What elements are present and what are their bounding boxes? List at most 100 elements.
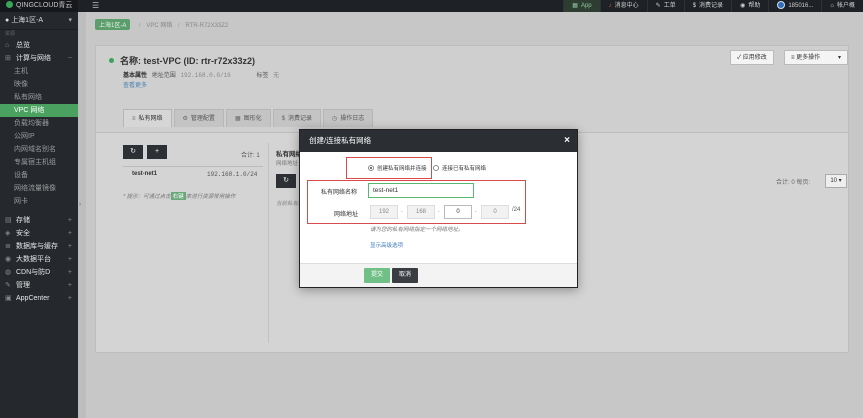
radio-connect-network[interactable]: 连接已有私有网络 [433,164,486,172]
sidebar-group[interactable]: ◉ 大数据平台 + [0,253,78,266]
tab-label: 消费记录 [287,116,312,122]
radio-checked-icon [368,165,374,171]
breadcrumb-router: RTR-R72X33Z2 [185,23,229,29]
network-name[interactable]: test-net1 [132,171,157,177]
bell-icon: ♪ [608,3,612,9]
sidebar-group[interactable]: ▤ 存储 + [0,214,78,227]
sidebar-item-label: 负载均衡器 [14,120,49,127]
network-cidr: 192.168.1.0/24 [207,171,258,178]
hint-tag: 右键 [170,192,186,200]
tab-icon: $ [281,116,285,122]
tab-bar: ≡ 私有网络 ⚙ 管理配置 ▦ 图形化 $ 消费记录 ◷ 操作日志 [123,109,375,127]
nav-account-label: 帐户概 [836,3,855,9]
tab[interactable]: $ 消费记录 [272,109,321,127]
sidebar-item[interactable]: VPC 网络 [0,104,78,117]
sidebar-group-label: CDN与防D [16,269,51,276]
nav-app[interactable]: ▦ App [563,0,600,12]
sidebar-group[interactable]: ◍ CDN与防D + [0,266,78,279]
brand-logo[interactable]: QINGCLOUD青云 [0,0,78,12]
top-bar: QINGCLOUD青云 ☰ ▦ App ♪ 消息中心 ✎ 工单 $ 消费记录 ◉ 帮助 1… [0,0,863,12]
nav-help[interactable]: ◉ 帮助 [731,0,768,12]
sidebar-item[interactable]: 专属宿主机组 [0,156,78,169]
subnet-mask: /24 [512,207,521,213]
octet-3-input[interactable]: 0 [444,205,472,219]
sidebar-group-label: 大数据平台 [16,256,51,263]
sidebar-item[interactable]: ⊞ 计算与网络 − [0,52,78,65]
tab-label: 图形化 [243,116,262,122]
nav-app-label: App [580,3,592,9]
sidebar-item[interactable]: 网络流量镜像 [0,182,78,195]
submit-button[interactable]: 提交 [364,268,390,283]
sidebar-item-label: 总览 [16,42,30,49]
network-name-input[interactable] [368,183,474,198]
tab[interactable]: ⚙ 管理配置 [173,109,224,127]
usage-hint: * 提示：可通过点击 右键 来进行资源常用操作 [123,192,235,200]
octet-2-input: 168 [407,205,435,219]
sidebar-collapse-handle[interactable]: › [78,12,86,418]
address-label: 网络地址 [334,212,359,218]
ticket-icon: ✎ [655,3,661,9]
apply-changes-button[interactable]: ✓ 应用修改 [730,50,774,65]
top-nav: ▦ App ♪ 消息中心 ✎ 工单 $ 消费记录 ◉ 帮助 185016... ⌂ 帐户概 [563,0,863,12]
sidebar-item-icon: ⊞ [5,55,11,62]
sidebar-item[interactable]: ⌂ 总览 [0,39,78,52]
sidebar-group[interactable]: ✎ 管理 + [0,279,78,292]
sidebar-item[interactable]: 内网域名别名 [0,143,78,156]
nav-account[interactable]: ⌂ 帐户概 [821,0,863,12]
sidebar-item[interactable]: 设备 [0,169,78,182]
sidebar-group-label: 存储 [16,217,30,224]
menu-toggle-icon[interactable]: ☰ [92,1,99,11]
sidebar-group-icon: ≣ [5,243,11,250]
sidebar-item[interactable]: 公网IP [0,130,78,143]
zone-selector[interactable]: ● 上海1区-A ▾ [0,12,78,30]
radio-create-network[interactable]: 创建私有网络并连接 [368,164,427,172]
radio-unchecked-icon [433,165,439,171]
sidebar-item[interactable]: 私有网络 [0,91,78,104]
nav-billing[interactable]: $ 消费记录 [683,0,731,12]
nav-message-center[interactable]: ♪ 消息中心 [599,0,647,12]
tab[interactable]: ◷ 操作日志 [322,109,374,127]
page-size-select[interactable]: 10 ▾ [825,174,847,188]
sidebar-item-label: 专属宿主机组 [14,159,56,166]
sidebar-item[interactable]: 映像 [0,78,78,91]
sidebar-item[interactable]: 网卡 [0,195,78,208]
help-icon: ◉ [740,3,746,9]
advanced-options-link[interactable]: 显示高级选项 [370,241,403,249]
more-actions-button[interactable]: ≡ 更多操作 ▾ [784,50,848,65]
sidebar-group-icon: ◍ [5,269,12,276]
sidebar-group-icon: ◉ [5,256,12,263]
close-icon[interactable]: × [564,130,570,152]
tab[interactable]: ▦ 图形化 [225,109,271,127]
sidebar-group[interactable]: ◈ 安全 + [0,227,78,240]
radio-create-label: 创建私有网络并连接 [377,166,427,172]
sidebar-groups: ▤ 存储 + ◈ 安全 + ≣ 数据库与缓存 + ◉ 大数据平台 + ◍ CDN与防D + ✎ 管理 + ▣ AppC… [0,214,78,305]
cancel-button[interactable]: 取消 [392,268,418,283]
nav-ticket[interactable]: ✎ 工单 [646,0,684,12]
home-icon: ⌂ [830,3,834,9]
apply-label: 应用修改 [742,55,767,61]
sidebar-group-icon: ✎ [5,282,11,289]
sidebar: ● 上海1区-A ▾ 资源 ⌂ 总览 ⊞ 计算与网络 − 主机 映像 私有网络 VPC 网络 负载均… [0,12,78,418]
sidebar-item[interactable]: 主机 [0,65,78,78]
name-label: 私有网络名称 [321,190,358,196]
more-actions-label: 更多操作 [796,55,821,61]
page-title: 名称: test-VPC (ID: rtr-r72x33z2) [109,54,255,67]
sidebar-group[interactable]: ≣ 数据库与缓存 + [0,240,78,253]
nav-user[interactable]: 185016... [768,0,821,12]
right-refresh-button[interactable]: ↻ [276,174,296,188]
avatar [777,1,786,9]
breadcrumb-zone[interactable]: 上海1区-A [95,19,131,30]
sidebar-group[interactable]: ▣ AppCenter + [0,292,78,305]
sidebar-item[interactable]: 负载均衡器 [0,117,78,130]
refresh-icon: ↻ [130,148,136,155]
sidebar-item-label: 网络流量镜像 [14,185,56,192]
sidebar-group-label: AppCenter [16,295,50,302]
chevron-down-icon: ▾ [837,55,841,61]
breadcrumb-vpc[interactable]: VPC 网络 [146,23,172,29]
refresh-button[interactable]: ↻ [123,145,143,159]
vpc-detail-panel: 名称: test-VPC (ID: rtr-r72x33z2) 基本属性 地址范… [95,45,849,133]
sidebar-group-icon: ◈ [5,230,11,237]
add-button[interactable]: + [147,145,167,159]
show-more-link[interactable]: 查看更多 [123,80,147,89]
tab[interactable]: ≡ 私有网络 [123,109,172,127]
